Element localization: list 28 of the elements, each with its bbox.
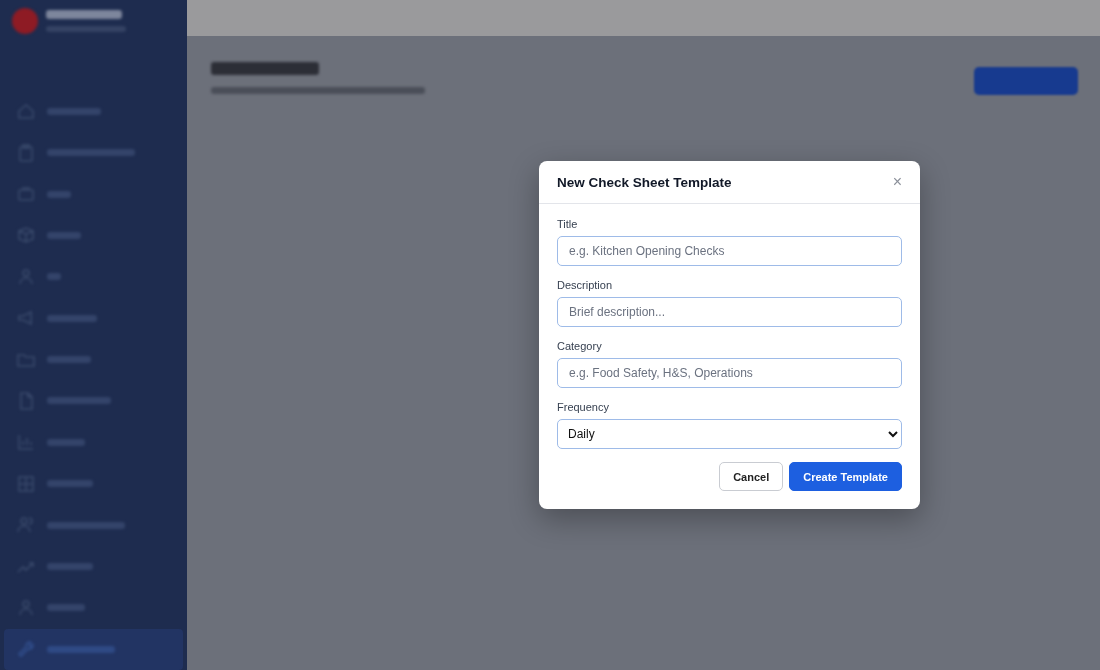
- field-label: Title: [557, 218, 579, 230]
- sidebar-item[interactable]: [4, 628, 183, 670]
- blurred-button[interactable]: [974, 67, 1078, 95]
- text-input[interactable]: e.g. Kitchen Opening Checks: [557, 236, 902, 266]
- create-button[interactable]: Create Template: [789, 462, 902, 491]
- blurred-text-bar: [47, 314, 97, 322]
- text-input[interactable]: Brief description...: [557, 297, 902, 327]
- blurred-text-bar: [47, 231, 81, 239]
- blurred-text-bar: [47, 645, 115, 653]
- blurred-text-bar: [47, 604, 85, 612]
- blurred-text-bar: [47, 438, 85, 446]
- blurred-text-bar: [47, 563, 93, 570]
- field-label: Frequency: [557, 401, 610, 413]
- blurred-text-bar: [47, 190, 71, 198]
- clipboard-icon: [16, 142, 36, 163]
- field-label: Description: [557, 279, 614, 291]
- field-label: Category: [557, 340, 603, 352]
- blurred-text-bar: [47, 480, 93, 488]
- blurred-text-bar: [47, 356, 91, 364]
- blurred-text-bar: [47, 273, 61, 281]
- frequency-dropdown[interactable]: Daily: [557, 419, 902, 449]
- blurred-text-bar: [47, 107, 101, 115]
- text-input[interactable]: e.g. Food Safety, H&S, Operations: [557, 358, 902, 388]
- brand-avatar: [12, 8, 38, 35]
- wrench-icon: [16, 639, 36, 660]
- blurred-text-bar: [47, 397, 111, 405]
- dialog-title: New Check Sheet Template: [557, 174, 732, 190]
- cancel-button[interactable]: Cancel: [719, 462, 784, 491]
